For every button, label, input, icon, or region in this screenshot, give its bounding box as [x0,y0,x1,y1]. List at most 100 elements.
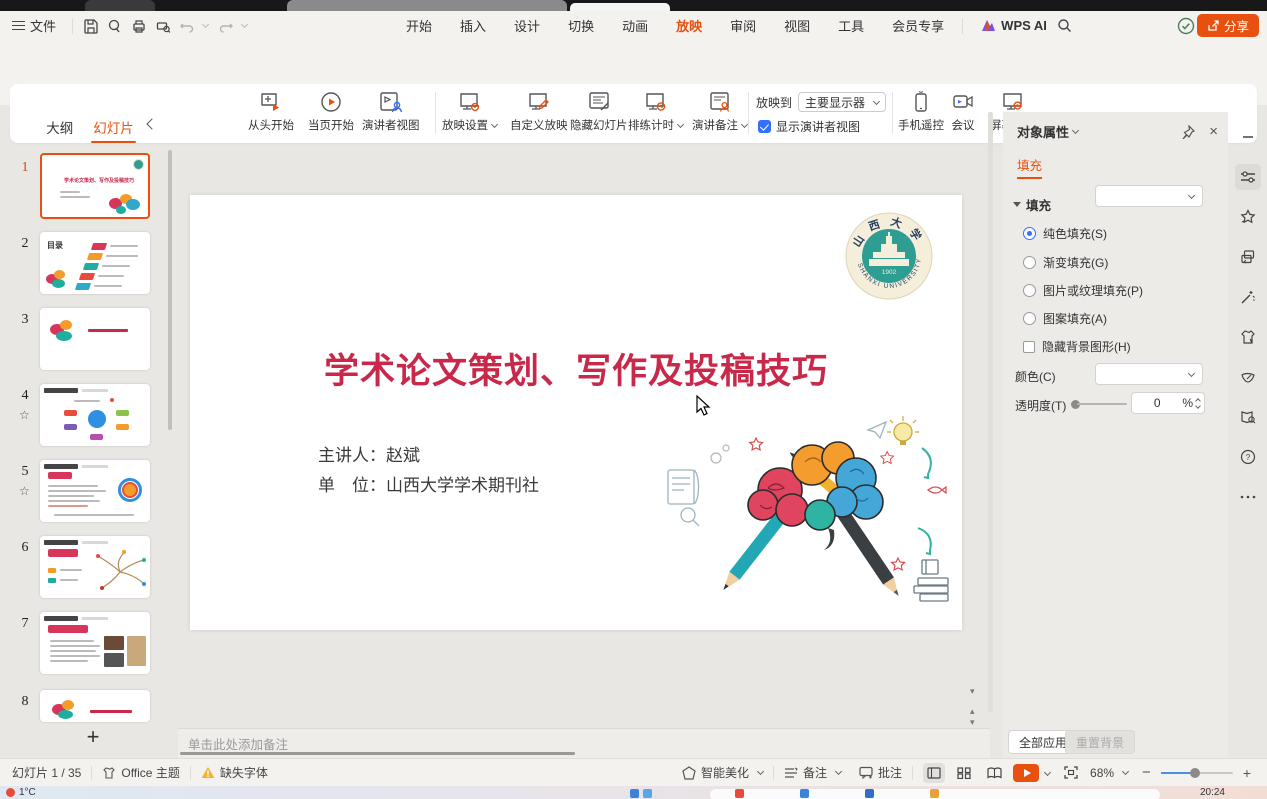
phone-remote-button[interactable]: 手机遥控 [898,90,944,133]
reading-view-button[interactable] [983,763,1005,783]
chevron-down-icon[interactable] [1072,127,1079,134]
solid-fill-radio[interactable]: 纯色填充(S) [1023,225,1107,242]
zoom-slider-knob[interactable] [1190,768,1200,778]
collapse-panel-button[interactable] [1235,124,1261,150]
slide-speaker-line[interactable]: 主讲人：赵斌 [318,441,420,466]
start-icon[interactable] [643,789,652,798]
slides-tab[interactable]: 幻灯片 [87,114,140,140]
wps-ai-button[interactable]: WPS AI [981,18,1047,33]
slide-organization-line[interactable]: 单 位：山西大学学术期刊社 [318,471,539,496]
notes-toggle-button[interactable]: 备注 [784,764,841,781]
slide-thumbnail-5[interactable] [40,460,150,522]
windows-taskbar[interactable]: 1°C 20:24 [0,786,1267,799]
outline-tab[interactable]: 大纲 [40,114,79,140]
missing-font-warning[interactable]: 缺失字体 [201,764,268,781]
start-icon[interactable] [630,789,639,798]
prev-slide-icon[interactable]: ▴▾ [970,706,975,728]
file-menu-button[interactable]: 文件 [0,16,66,35]
slide-thumbnail-8[interactable] [40,690,150,722]
slide-sorter-view-button[interactable] [953,763,975,783]
undo-button[interactable] [175,15,199,37]
show-presenter-view-checkbox[interactable]: 显示演讲者视图 [758,118,860,135]
meeting-button[interactable]: 会议 [950,90,976,133]
horizontal-scrollbar[interactable] [180,752,575,755]
print-preview-button[interactable] [151,15,175,37]
print-button[interactable] [127,15,151,37]
sidebar-scrollbar[interactable] [168,150,172,720]
share-button[interactable]: 分享 [1197,14,1259,37]
zoom-out-button[interactable]: − [1142,764,1151,781]
redo-button[interactable] [214,15,238,37]
slide-thumbnail-7[interactable] [40,612,150,674]
hide-bg-checkbox[interactable]: 隐藏背景图形(H) [1023,338,1131,355]
slide-thumbnail-2[interactable]: 目录 [40,232,150,294]
from-beginning-button[interactable]: 从头开始 [248,90,294,133]
undo-dropdown-chevron[interactable] [202,21,209,28]
slide-title[interactable]: 学术论文策划、写作及投稿技巧 [190,343,962,394]
tab-member[interactable]: 会员专享 [878,11,958,40]
pattern-fill-radio[interactable]: 图案填充(A) [1023,310,1107,327]
hide-slide-button[interactable]: 隐藏幻灯片 [570,90,628,133]
reset-background-button[interactable]: 重置背景 [1065,730,1135,754]
zoom-level[interactable]: 68% [1090,766,1128,780]
tab-review[interactable]: 审阅 [716,11,770,40]
slideshow-settings-button[interactable]: 放映设置 [442,90,497,133]
cloud-sync-status[interactable] [1177,17,1195,35]
taskbar-app-icon[interactable] [800,789,809,798]
redo-dropdown-chevron[interactable] [241,21,248,28]
slide-thumbnail-1[interactable]: 学术论文策划、写作及投稿技巧 [40,153,150,219]
handwriting-button[interactable] [1235,364,1261,390]
pin-icon[interactable] [1181,125,1195,139]
slide-thumbnail-3[interactable] [40,308,150,370]
play-options-chevron[interactable] [1044,769,1051,776]
color-select[interactable] [1095,363,1203,385]
magic-beautify-button[interactable] [1235,284,1261,310]
slide-canvas[interactable]: 学术论文策划、写作及投稿技巧 主讲人：赵斌 单 位：山西大学学术期刊社 山西大学… [190,195,962,630]
fill-tab[interactable]: 填充 [1017,155,1042,179]
switch-shape-button[interactable] [1235,244,1261,270]
theme-button[interactable]: Office 主题 [102,764,179,781]
tab-view[interactable]: 视图 [770,11,824,40]
gradient-fill-radio[interactable]: 渐变填充(G) [1023,254,1108,271]
from-current-button[interactable]: 当页开始 [308,90,354,133]
help-button[interactable]: ? [1235,444,1261,470]
rehearse-timing-button[interactable]: 排练计时 [628,90,683,133]
close-panel-icon[interactable]: × [1209,123,1218,140]
fill-style-select[interactable] [1095,185,1203,207]
tab-design[interactable]: 设计 [500,11,554,40]
scroll-up-icon[interactable]: ▾ [970,686,975,697]
more-options-button[interactable] [1235,484,1261,510]
comments-button[interactable]: 批注 [859,764,902,781]
tab-tools[interactable]: 工具 [824,11,878,40]
zoom-slider[interactable] [1161,772,1233,774]
tab-home[interactable]: 开始 [392,11,446,40]
object-properties-button[interactable] [1235,164,1261,190]
search-button[interactable] [1053,15,1077,37]
fit-window-button[interactable] [1060,763,1082,783]
taskbar-app-icon[interactable] [930,789,939,798]
tab-transition[interactable]: 切换 [554,11,608,40]
taskbar-app-icon[interactable] [865,789,874,798]
tab-animation[interactable]: 动画 [608,11,662,40]
slideshow-play-button[interactable] [1013,764,1039,782]
save-button[interactable] [79,15,103,37]
section-collapse-icon[interactable] [1013,202,1021,207]
presenter-view-button[interactable]: 演讲者视图 [362,90,420,133]
design-skin-button[interactable] [1235,324,1261,350]
tab-slideshow[interactable]: 放映 [662,11,716,40]
taskbar-app-icon[interactable] [735,789,744,798]
export-button[interactable] [103,15,127,37]
tab-insert[interactable]: 插入 [446,11,500,40]
smart-beautify-button[interactable]: 智能美化 [682,764,763,781]
reference-search-button[interactable] [1235,404,1261,430]
stepper-down-icon[interactable] [1195,403,1201,409]
picture-fill-radio[interactable]: 图片或纹理填充(P) [1023,282,1143,299]
add-slide-button[interactable]: + [78,724,108,750]
display-to-select[interactable]: 主要显示器 [798,92,886,112]
transparency-input[interactable]: 0 % [1131,392,1205,414]
transparency-slider-track[interactable] [1077,403,1127,405]
zoom-in-button[interactable]: + [1243,765,1251,781]
slide-thumbnail-4[interactable] [40,384,150,446]
editor-scrollbar[interactable] [988,112,993,712]
normal-view-button[interactable] [923,763,945,783]
